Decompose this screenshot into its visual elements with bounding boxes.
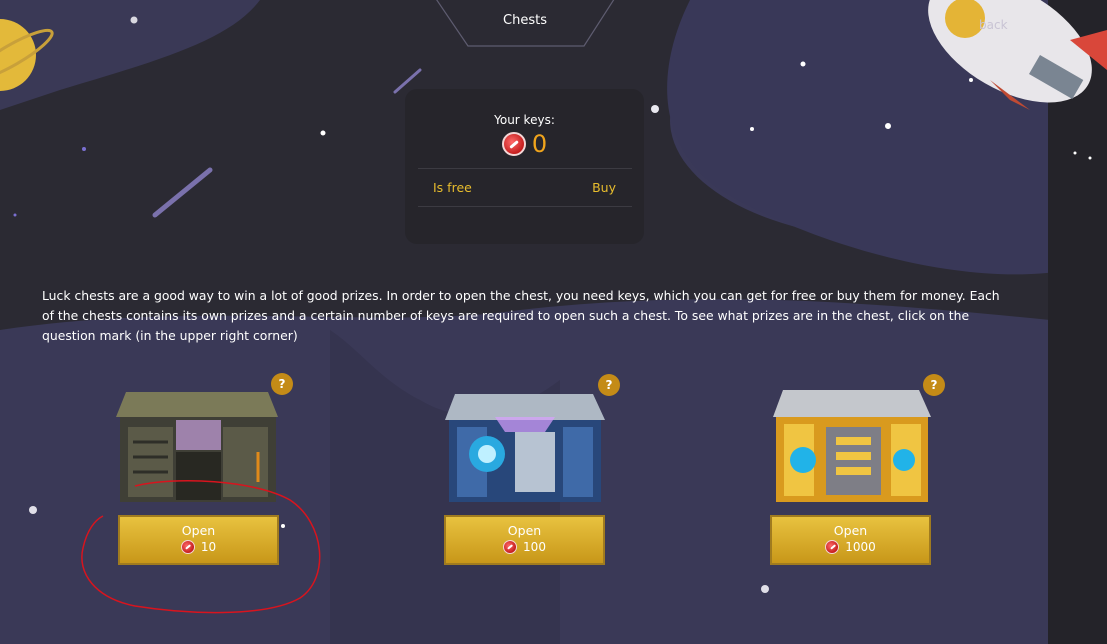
chest-info-button[interactable]: ?	[271, 373, 293, 395]
page-title: Chests	[503, 13, 547, 28]
key-icon	[503, 540, 518, 554]
blue-chest-image	[445, 394, 605, 502]
keys-panel: Your keys: 0 Is free Buy	[405, 89, 644, 244]
key-icon	[825, 540, 840, 554]
buy-keys-link[interactable]: Buy	[592, 180, 616, 195]
chest-card-blue: ? Open 100	[425, 372, 625, 572]
header-frame	[436, 0, 615, 47]
keys-label: Your keys:	[494, 113, 555, 127]
chest-info-button[interactable]: ?	[598, 374, 620, 396]
open-label: Open	[507, 523, 542, 538]
keys-count: 0	[531, 130, 548, 158]
annotation-circle	[81, 480, 321, 614]
chest-card-gold: ? Open 1000	[751, 372, 951, 572]
open-chest-button[interactable]: Open 100	[444, 515, 605, 565]
price-row: 1000	[772, 540, 929, 554]
chest-price: 1000	[845, 540, 876, 554]
free-keys-link[interactable]: Is free	[433, 180, 472, 195]
chest-info-button[interactable]: ?	[923, 374, 945, 396]
gold-chest-image	[773, 390, 931, 502]
divider	[418, 206, 632, 207]
chest-price: 100	[523, 540, 546, 554]
key-icon	[501, 132, 526, 156]
open-chest-button[interactable]: Open 1000	[770, 515, 931, 565]
open-label: Open	[833, 523, 868, 538]
keys-count-row: 0	[405, 130, 644, 158]
price-row: 100	[446, 540, 603, 554]
chests-description: Luck chests are a good way to win a lot …	[42, 288, 1000, 343]
divider	[418, 168, 632, 169]
back-link[interactable]: back	[979, 18, 1008, 32]
